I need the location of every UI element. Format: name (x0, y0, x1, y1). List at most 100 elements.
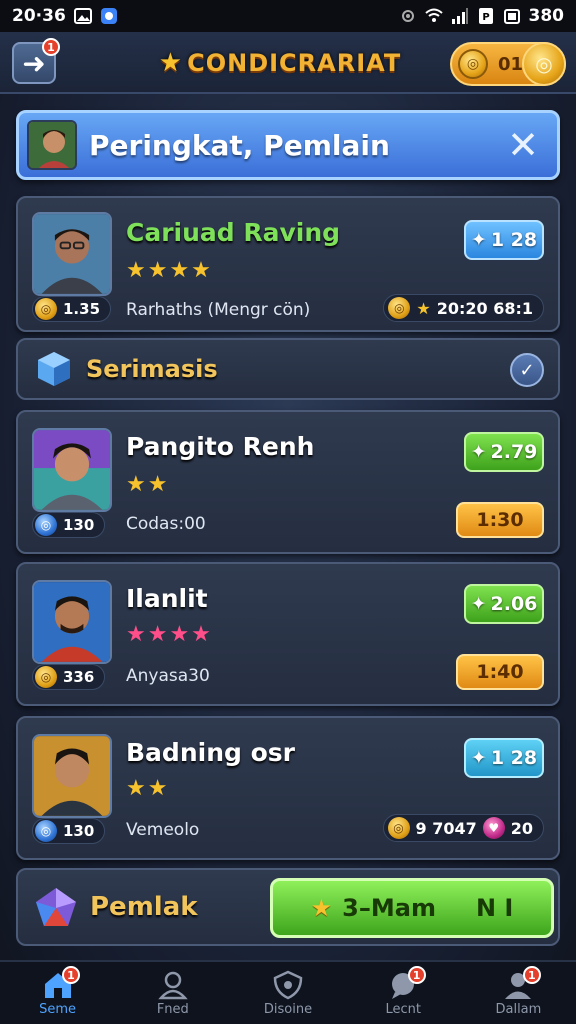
tab-label: Seme (39, 1001, 77, 1017)
player-name: Ilanlit (126, 584, 208, 613)
player-subtitle: Rarhaths (Mengr cön) (126, 300, 311, 320)
score-button[interactable]: ✦ 1 28 (464, 738, 544, 778)
signal-icon (451, 8, 468, 24)
score-value: 2.06 (490, 593, 538, 615)
player-card[interactable]: Badning osr ★★ Vemeolo ◎ 130 ✦ 1 28 ◎ 9 … (16, 716, 560, 860)
player-name: Pangito Renh (126, 432, 315, 461)
play-button-suffix: N I (475, 894, 514, 922)
badge-value: 1.35 (63, 300, 101, 318)
status-bar: 20·36 P 380 (0, 0, 576, 32)
clock: 20·36 (12, 6, 66, 26)
time-button[interactable]: 1:40 (456, 654, 544, 690)
bottom-action-bar: Pemlak ★ 3–Mam N I (16, 868, 560, 946)
tab-discover[interactable]: Disoine (230, 962, 345, 1024)
tab-badge: 1 (407, 966, 426, 984)
section-label: Serimasis (86, 355, 218, 383)
time-button[interactable]: 1:30 (456, 502, 544, 538)
tab-label: Fned (156, 1001, 189, 1017)
person-icon (158, 971, 188, 999)
gem-icon: ✦ (470, 441, 487, 463)
close-button[interactable]: ✕ (503, 125, 543, 165)
tab-label: Disoine (263, 1001, 313, 1017)
coin-icon: ◎ (387, 817, 410, 839)
add-coin-icon[interactable]: ◎ (522, 42, 566, 86)
stat-value: 20:20 68:1 (436, 298, 533, 318)
player-card[interactable]: Ilanlit ★★★★ Anyasa30 ◎ 336 ✦ 2.06 1:40 (16, 562, 560, 706)
badge-value: 130 (63, 822, 95, 840)
game-title-text: CONDICRARIAT (187, 49, 402, 77)
star-icon: ★ (158, 48, 184, 78)
top-bar: ➜ 1 ★ CONDICRARIAT ◎ 01 ◎ (0, 32, 576, 94)
player-card[interactable]: Pangito Renh ★★ Codas:00 ◎ 130 ✦ 2.79 1:… (16, 410, 560, 554)
coin-icon: ◎ (35, 298, 57, 320)
player-badge: ◎ 1.35 (32, 296, 112, 322)
tab-badge: 1 (62, 966, 80, 984)
rating-stars: ★★ (126, 776, 170, 801)
tab-chat[interactable]: 1 Lecnt (346, 962, 461, 1024)
player-avatar (32, 428, 112, 512)
stat-value: 9 7047 (415, 818, 477, 838)
heart-icon: ♥ (482, 817, 505, 839)
player-subtitle: Anyasa30 (126, 666, 210, 686)
rating-stars: ★★★★ (126, 258, 213, 283)
back-button[interactable]: ➜ 1 (12, 38, 60, 84)
coin-icon: ◎ (388, 297, 411, 319)
bottom-label: Pemlak (90, 892, 198, 922)
player-avatar (32, 212, 112, 296)
player-card[interactable]: Cariuad Raving ★★★★ Rarhaths (Mengr cön)… (16, 196, 560, 332)
score-button[interactable]: ✦ 2.79 (464, 432, 544, 472)
tab-badge: 1 (522, 966, 541, 984)
coin-count: 01 (498, 53, 524, 75)
score-button[interactable]: ✦ 2.06 (464, 584, 544, 624)
player-avatar (32, 580, 112, 664)
player-name: Badning osr (126, 738, 295, 767)
battery-icon (503, 9, 520, 24)
check-icon: ✓ (519, 359, 535, 381)
tab-label: Dallam (495, 1001, 542, 1017)
rating-stars: ★★★★ (126, 622, 213, 647)
tab-friends[interactable]: Fned (115, 962, 230, 1024)
tab-bar: 1 Seme Fned Disoine 1 Lecnt 1 Dallam (0, 960, 576, 1024)
gem-icon: ✦ (470, 229, 487, 251)
badge-value: 336 (63, 668, 95, 686)
score-button[interactable]: ✦ 1 28 (464, 220, 544, 260)
section-row[interactable]: Serimasis ✓ (16, 338, 560, 400)
game-title: ★ CONDICRARIAT (158, 46, 402, 80)
tab-profile[interactable]: 1 Dallam (461, 962, 576, 1024)
app-icon (100, 8, 117, 24)
check-button[interactable]: ✓ (510, 353, 544, 387)
play-button[interactable]: ★ 3–Mam N I (270, 878, 554, 938)
cube-icon (38, 352, 70, 386)
play-button-label: 3–Mam (342, 894, 436, 922)
settings-icon (401, 10, 414, 22)
gem-icon: ✦ (470, 593, 487, 615)
shield-icon (273, 970, 303, 999)
close-icon: ✕ (507, 123, 539, 167)
badge-value: 130 (63, 516, 95, 534)
tab-label: Lecnt (385, 1001, 421, 1017)
coin-counter[interactable]: ◎ 01 ◎ (450, 42, 566, 86)
gem-icon: ✦ (470, 747, 487, 769)
token-icon: ◎ (35, 514, 57, 536)
svg-text:P: P (482, 12, 489, 23)
stat-value: 20 (510, 818, 533, 838)
player-badge: ◎ 130 (32, 818, 106, 844)
leaderboard-header: Peringkat, Pemlain ✕ (16, 110, 560, 180)
tab-home[interactable]: 1 Seme (0, 962, 115, 1024)
score-value: 1 28 (490, 747, 538, 769)
gallery-icon (73, 8, 92, 24)
battery-level: 380 (528, 6, 565, 26)
coin-icon: ◎ (35, 666, 57, 688)
player-badge: ◎ 130 (32, 512, 106, 538)
player-badge: ◎ 336 (32, 664, 106, 690)
coin-icon: ◎ (458, 49, 488, 79)
stat-pill: ◎ 9 7047 ♥ 20 (382, 814, 544, 842)
player-avatar (32, 734, 112, 818)
rating-stars: ★★ (126, 472, 170, 497)
player-name: Cariuad Raving (126, 218, 341, 247)
stat-pill: ◎ ★ 20:20 68:1 (383, 294, 544, 322)
score-value: 1 28 (490, 229, 538, 251)
crystal-icon (36, 888, 76, 926)
wifi-icon (424, 8, 443, 22)
token-icon: ◎ (35, 820, 57, 842)
